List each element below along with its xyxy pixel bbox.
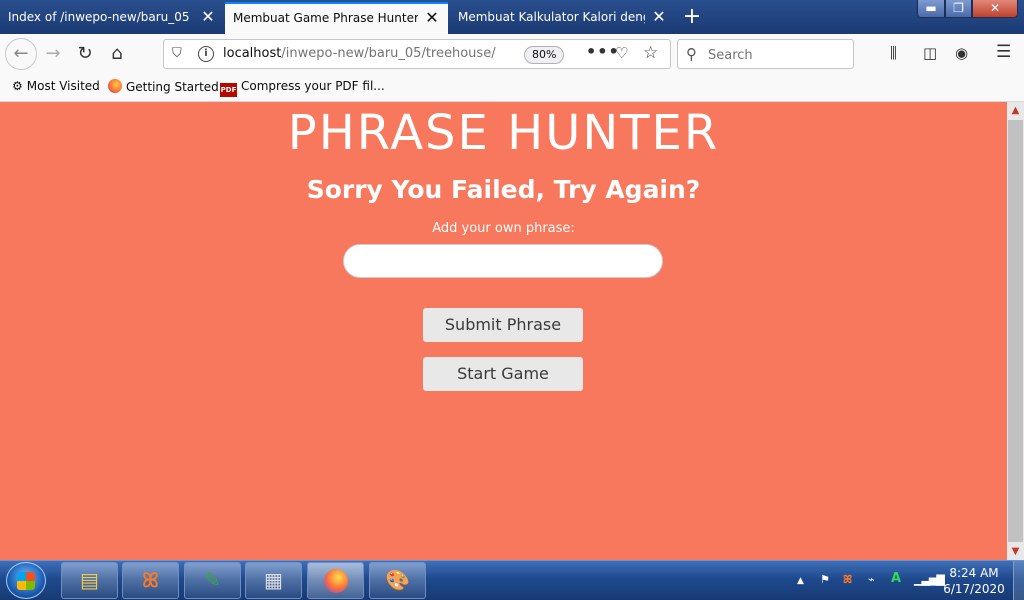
- windows-logo-icon: [17, 572, 35, 590]
- tab-close-icon[interactable]: ✕: [424, 4, 440, 32]
- pdf-icon: PDF: [220, 83, 237, 97]
- home-icon[interactable]: ⌂: [102, 39, 132, 69]
- taskbar-xampp[interactable]: ꕤ: [122, 562, 179, 599]
- window-minimize-button[interactable]: ▬: [917, 0, 945, 18]
- start-game-button[interactable]: Start Game: [423, 357, 583, 391]
- taskbar-calculator[interactable]: ▦: [245, 562, 302, 599]
- bookmark-most-visited[interactable]: ⚙ Most Visited: [12, 79, 100, 93]
- scroll-up-arrow-icon[interactable]: ▲: [1007, 102, 1024, 119]
- firefox-icon: [108, 79, 122, 93]
- reload-icon[interactable]: ↻: [70, 39, 100, 69]
- taskbar-notepad-plus-plus[interactable]: ✎: [184, 562, 241, 599]
- paint-palette-icon: 🎨: [385, 568, 410, 592]
- search-input[interactable]: [706, 44, 850, 66]
- zoom-level-badge[interactable]: 80%: [524, 46, 565, 64]
- action-center-flag-icon[interactable]: ⚑: [820, 573, 830, 586]
- network-signal-icon[interactable]: ▁▃▅▇: [914, 573, 945, 586]
- firefox-icon: [323, 569, 348, 593]
- back-arrow-icon[interactable]: ←: [5, 38, 37, 70]
- page-title: PHRASE HUNTER: [287, 105, 720, 161]
- bookmark-compress-pdf[interactable]: PDF Compress your PDF fil...: [220, 79, 385, 97]
- library-icon[interactable]: ⫼: [890, 44, 897, 62]
- tab-title: Membuat Game Phrase Hunter dengan JavaSc…: [233, 11, 418, 25]
- window-restore-button[interactable]: ❐: [945, 0, 972, 18]
- bookmark-label: Most Visited: [26, 79, 100, 93]
- tab-close-icon[interactable]: ✕: [651, 2, 667, 32]
- sidebar-icon[interactable]: ◫: [923, 44, 937, 62]
- bookmarks-toolbar: ⚙ Most Visited Getting Started PDF Compres…: [0, 74, 1024, 102]
- taskbar-paint[interactable]: 🎨: [369, 562, 426, 599]
- url-path: /inwepo-new/baru_05/treehouse/: [281, 46, 496, 61]
- windows-taskbar: ▤ ꕤ ✎ ▦ 🎨 ▲ ⚑ ꕤ ⌁ A ▁▃▅▇ 8:24 AM 6/17/20…: [0, 560, 1024, 600]
- submit-phrase-button[interactable]: Submit Phrase: [423, 308, 583, 342]
- game-result-message: Sorry You Failed, Try Again?: [306, 175, 701, 204]
- account-icon[interactable]: ◉: [955, 44, 968, 62]
- browser-titlebar: Index of /inwepo-new/baru_05 ✕ Membuat G…: [0, 0, 1024, 34]
- tab-title: Index of /inwepo-new/baru_05: [8, 10, 190, 24]
- pocket-icon[interactable]: ♡: [615, 44, 628, 62]
- vertical-scrollbar[interactable]: ▲ ▼: [1007, 102, 1024, 560]
- bookmark-star-icon[interactable]: ☆: [643, 43, 658, 63]
- tracking-shield-icon[interactable]: ⛉: [172, 46, 182, 61]
- scroll-down-arrow-icon[interactable]: ▼: [1007, 543, 1024, 560]
- scrollbar-thumb[interactable]: [1008, 120, 1023, 542]
- power-icon[interactable]: ⌁: [868, 573, 875, 586]
- calculator-icon: ▦: [264, 568, 283, 592]
- tab-index-of[interactable]: Index of /inwepo-new/baru_05 ✕: [0, 2, 224, 34]
- url-text[interactable]: localhost/inwepo-new/baru_05/treehouse/: [223, 46, 496, 61]
- show-hidden-icons-arrow-icon[interactable]: ▲: [797, 576, 804, 586]
- show-desktop-button[interactable]: [1013, 561, 1024, 600]
- phrase-input[interactable]: [343, 244, 663, 278]
- search-bar[interactable]: ⚲: [677, 39, 854, 69]
- forward-arrow-icon[interactable]: →: [38, 39, 68, 69]
- gear-icon: ⚙: [12, 79, 23, 93]
- phrase-input-label: Add your own phrase:: [432, 221, 575, 236]
- site-info-icon[interactable]: i: [198, 46, 214, 62]
- url-host: localhost: [223, 46, 282, 61]
- start-button[interactable]: [6, 562, 46, 599]
- tab-phrase-hunter[interactable]: Membuat Game Phrase Hunter dengan JavaSc…: [225, 2, 448, 34]
- bookmark-getting-started[interactable]: Getting Started: [108, 79, 219, 94]
- notepad-icon: ✎: [204, 568, 221, 592]
- hamburger-menu-icon[interactable]: ☰: [996, 42, 1011, 62]
- search-icon: ⚲: [686, 45, 697, 63]
- taskbar-firefox[interactable]: [307, 562, 364, 599]
- window-close-button[interactable]: ✕: [972, 0, 1018, 18]
- clock-date[interactable]: 6/17/2020: [943, 582, 1005, 596]
- url-bar[interactable]: ⛉ i localhost/inwepo-new/baru_05/treehou…: [163, 39, 671, 69]
- bookmark-label: Getting Started: [126, 80, 219, 94]
- xampp-tray-icon[interactable]: ꕤ: [843, 573, 852, 587]
- navigation-toolbar: ← → ↻ ⌂ ⛉ i localhost/inwepo-new/baru_05…: [0, 34, 1024, 74]
- clock-time[interactable]: 8:24 AM: [946, 566, 1002, 580]
- new-tab-plus-icon[interactable]: +: [680, 4, 704, 29]
- page-content: PHRASE HUNTER Sorry You Failed, Try Agai…: [0, 102, 1007, 560]
- app-tray-a-icon[interactable]: A: [891, 571, 901, 586]
- taskbar-file-explorer[interactable]: ▤: [61, 562, 118, 599]
- bookmark-label: Compress your PDF fil...: [241, 79, 385, 93]
- xampp-icon: ꕤ: [142, 568, 159, 592]
- folder-icon: ▤: [80, 568, 99, 592]
- tab-close-icon[interactable]: ✕: [200, 2, 216, 32]
- tab-title: Membuat Kalkulator Kalori dengan JavaScr…: [458, 10, 645, 24]
- tab-kalkulator-kalori[interactable]: Membuat Kalkulator Kalori dengan JavaScr…: [450, 2, 675, 34]
